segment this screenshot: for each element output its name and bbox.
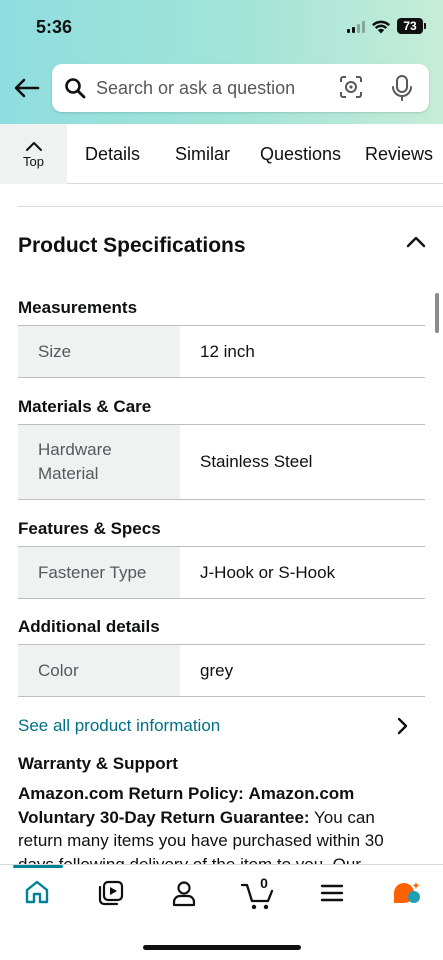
chevron-up-icon xyxy=(25,141,42,151)
header-area: 5:36 73 xyxy=(0,0,443,124)
spec-value: 12 inch xyxy=(200,341,255,361)
warranty-title: Warranty & Support xyxy=(18,754,178,773)
divider xyxy=(18,206,443,207)
cellular-signal-icon xyxy=(347,21,365,33)
tab-similar[interactable]: Similar xyxy=(175,144,230,165)
spec-key: Size xyxy=(18,326,180,377)
spec-key: Color xyxy=(18,645,180,696)
back-arrow-icon xyxy=(14,78,40,98)
spec-group-heading: Additional details xyxy=(18,617,160,636)
spec-key: Fastener Type xyxy=(18,547,180,598)
status-bar: 5:36 73 xyxy=(0,0,443,56)
spec-key: Hardware Material xyxy=(18,425,180,499)
section-title: Product Specifications xyxy=(18,234,246,257)
active-tab-indicator xyxy=(13,865,63,868)
chevron-right-icon[interactable] xyxy=(396,716,410,736)
spec-group-heading: Materials & Care xyxy=(18,397,152,416)
home-indicator[interactable] xyxy=(143,945,301,950)
spec-row: Size 12 inch xyxy=(18,325,425,378)
return-policy-label: Amazon.com Return Policy: xyxy=(18,784,244,803)
search-icon xyxy=(65,78,86,99)
search-bar[interactable] xyxy=(52,64,429,112)
back-button[interactable] xyxy=(12,72,42,104)
spec-value: Stainless Steel xyxy=(200,452,313,471)
microphone-icon[interactable] xyxy=(391,74,413,102)
camera-lens-icon[interactable] xyxy=(339,75,363,99)
spec-group-heading: Measurements xyxy=(18,298,138,317)
warranty-text: Amazon.com Return Policy: Amazon.com Vol… xyxy=(18,782,423,864)
spec-row: Color grey xyxy=(18,644,425,697)
account-icon[interactable] xyxy=(171,879,197,907)
video-library-icon[interactable] xyxy=(97,879,125,907)
battery-level: 73 xyxy=(403,19,417,33)
scrollbar[interactable] xyxy=(435,293,439,333)
wifi-icon xyxy=(372,20,390,34)
tab-top[interactable]: Top xyxy=(0,124,67,184)
bottom-nav: 0 xyxy=(0,864,443,960)
spec-group-heading: Features & Specs xyxy=(18,519,161,538)
tab-top-label: Top xyxy=(23,153,44,169)
search-input[interactable] xyxy=(96,74,326,102)
chevron-up-icon[interactable] xyxy=(405,234,427,250)
spec-value: J-Hook or S-Hook xyxy=(200,562,336,582)
tab-questions[interactable]: Questions xyxy=(260,144,341,165)
rufus-assistant-icon[interactable] xyxy=(392,879,422,907)
section-tabs: Top Details Similar Questions Reviews xyxy=(0,124,443,184)
spec-row: Fastener Type J-Hook or S-Hook xyxy=(18,546,425,599)
spec-value: grey xyxy=(200,660,234,680)
status-time: 5:36 xyxy=(36,17,73,37)
battery-icon: 73 xyxy=(397,18,426,34)
cart-count: 0 xyxy=(260,875,268,891)
tab-details[interactable]: Details xyxy=(85,144,140,165)
see-all-link[interactable]: See all product information xyxy=(18,716,220,736)
home-icon[interactable] xyxy=(24,879,50,905)
menu-icon[interactable] xyxy=(320,883,344,903)
spec-row: Hardware Material Stainless Steel xyxy=(18,424,425,500)
tab-reviews[interactable]: Reviews xyxy=(365,144,433,165)
